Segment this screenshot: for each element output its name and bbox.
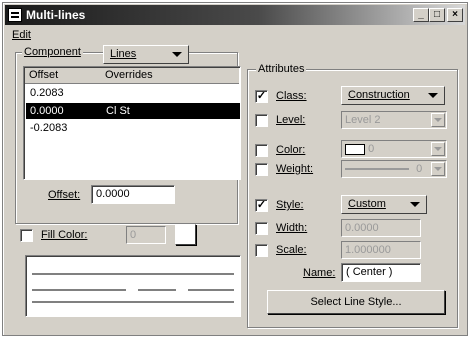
class-checkbox[interactable]: ✓ <box>255 90 268 103</box>
chevron-down-icon <box>431 113 445 127</box>
column-header-overrides[interactable]: Overrides <box>105 69 153 81</box>
multi-lines-window: Multi-lines _ □ × Edit Component Lines O… <box>2 2 468 336</box>
level-checkbox[interactable] <box>255 114 268 127</box>
weight-value: 0 <box>416 163 423 175</box>
fill-color-label: Fill Color: <box>41 229 88 241</box>
offset-cell: 0.0000 <box>30 105 64 117</box>
style-checkbox[interactable]: ✓ <box>255 199 268 212</box>
attributes-label: Attributes <box>256 63 307 75</box>
menu-edit[interactable]: Edit <box>6 27 37 43</box>
minimize-button[interactable]: _ <box>413 8 429 22</box>
weight-label: Weight: <box>276 163 314 175</box>
class-value: Construction <box>348 89 410 101</box>
list-item[interactable]: 0.2083 <box>26 85 240 101</box>
window-title: Multi-lines <box>26 8 86 22</box>
app-icon <box>8 8 22 22</box>
offset-list[interactable]: Offset Overrides 0.2083 0.0000 Cl St -0.… <box>23 66 241 180</box>
scale-field: 1.000000 <box>341 241 421 259</box>
list-item-selected[interactable]: 0.0000 Cl St <box>26 103 240 119</box>
style-label: Style: <box>276 199 304 211</box>
list-item[interactable]: -0.2083 <box>26 120 240 136</box>
select-line-style-button[interactable]: Select Line Style... <box>267 290 445 314</box>
component-type-value: Lines <box>110 48 137 60</box>
offset-cell: 0.2083 <box>30 87 64 99</box>
scale-label: Scale: <box>276 244 307 256</box>
chevron-down-icon <box>172 52 182 57</box>
color-swatch <box>345 143 365 155</box>
offset-label: Offset: <box>48 189 81 201</box>
width-field: 0.0000 <box>341 219 421 237</box>
weight-line <box>345 168 409 171</box>
offset-input[interactable]: 0.0000 <box>91 185 175 204</box>
component-label: Component <box>22 46 83 58</box>
weight-checkbox[interactable] <box>255 163 268 176</box>
line-style-preview <box>25 255 241 317</box>
class-dropdown[interactable]: Construction <box>341 86 445 105</box>
scale-checkbox[interactable] <box>255 244 268 257</box>
color-checkbox[interactable] <box>255 144 268 157</box>
fill-color-checkbox[interactable] <box>20 229 33 242</box>
chevron-down-icon <box>428 93 438 98</box>
width-checkbox[interactable] <box>255 222 268 235</box>
style-value: Custom <box>348 198 386 210</box>
column-header-offset[interactable]: Offset <box>29 69 58 81</box>
fill-color-swatch[interactable] <box>175 224 196 245</box>
overrides-cell: Cl St <box>106 105 130 117</box>
style-dropdown[interactable]: Custom <box>341 195 427 214</box>
name-label: Name: <box>303 267 336 279</box>
preview-lines <box>32 273 234 303</box>
name-input[interactable]: ( Center ) <box>341 263 421 282</box>
list-header: Offset Overrides <box>25 68 239 84</box>
maximize-button[interactable]: □ <box>429 8 445 22</box>
chevron-down-icon <box>431 162 445 176</box>
close-button[interactable]: × <box>447 8 463 22</box>
class-label: Class: <box>276 90 307 102</box>
component-type-dropdown[interactable]: Lines <box>103 45 189 64</box>
color-label: Color: <box>276 144 306 156</box>
level-label: Level: <box>276 114 306 126</box>
width-label: Width: <box>276 222 308 234</box>
color-value: 0 <box>368 143 375 155</box>
fill-color-field: 0 <box>126 226 166 244</box>
menu-bar: Edit <box>6 27 37 43</box>
chevron-down-icon <box>410 202 420 207</box>
offset-cell: -0.2083 <box>30 122 68 134</box>
title-bar[interactable]: Multi-lines _ □ × <box>5 5 465 25</box>
chevron-down-icon <box>431 142 445 156</box>
